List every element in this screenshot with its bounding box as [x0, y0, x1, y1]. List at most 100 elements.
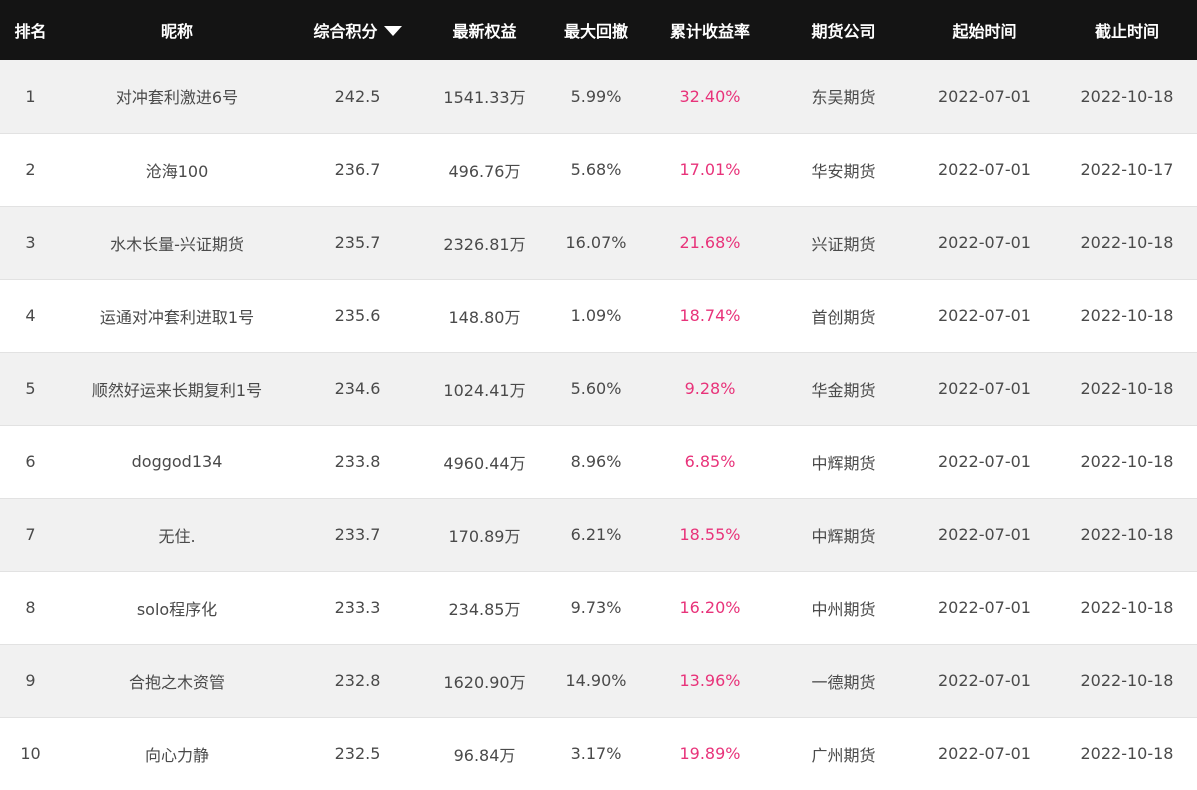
cell-end-date: 2022-10-18: [1057, 425, 1197, 499]
header-row: 排名 昵称 综合积分 最新权益 最大回撤 累计收益率 期货公司 起始时间 截止时…: [0, 0, 1197, 60]
cell-cum-return: 21.68%: [645, 206, 775, 280]
cell-drawdown: 16.07%: [547, 206, 645, 280]
cell-end-date: 2022-10-18: [1057, 498, 1197, 572]
cell-equity: 170.89万: [422, 498, 547, 572]
cell-cum-return: 19.89%: [679, 744, 741, 764]
cell-rank: 3: [0, 206, 61, 280]
header-cum-return: 累计收益率: [669, 22, 750, 41]
cell-score: 234.6: [293, 352, 422, 426]
cell-start-date: 2022-07-01: [912, 352, 1057, 426]
ranking-table: 排名 昵称 综合积分 最新权益 最大回撤 累计收益率 期货公司 起始时间 截止时…: [0, 0, 1197, 790]
cell-company: 首创期货: [775, 279, 912, 353]
cell-score: 232.5: [334, 744, 381, 764]
cell-score: 233.7: [293, 498, 422, 572]
cell-end-date: 2022-10-17: [1057, 133, 1197, 207]
cell-drawdown: 5.68%: [547, 133, 645, 207]
cell-rank: 2: [0, 133, 61, 207]
header-start-date: 起始时间: [952, 22, 1017, 41]
cell-end-date: 2022-10-18: [1057, 279, 1197, 353]
cell-company: 一德期货: [775, 644, 912, 718]
cell-score: 233.3: [293, 571, 422, 645]
table-row[interactable]: 3 水木长量-兴证期货 235.7 2326.81万 16.07% 21.68% 兴证期货 2…: [0, 206, 1197, 280]
cell-nickname: 运通对冲套利进取1号: [61, 279, 293, 353]
cell-cum-return: 13.96%: [645, 644, 775, 718]
cell-rank: 7: [0, 498, 61, 572]
cell-company: 中辉期货: [775, 425, 912, 499]
cell-rank: 6: [0, 425, 61, 499]
cell-start-date: 2022-07-01: [912, 279, 1057, 353]
cell-drawdown: 3.17%: [570, 744, 622, 764]
cell-start-date: 2022-07-01: [912, 206, 1057, 280]
cell-equity: 234.85万: [422, 571, 547, 645]
cell-drawdown: 5.60%: [547, 352, 645, 426]
cell-cum-return: 16.20%: [645, 571, 775, 645]
header-score-label[interactable]: 综合积分: [313, 22, 377, 41]
cell-drawdown: 9.73%: [547, 571, 645, 645]
table-row[interactable]: 10 向心力静 232.5 96.84万 3.17% 19.89% 广州期货 2022-07-…: [0, 717, 1197, 790]
table-row[interactable]: 6 doggod134 233.8 4960.44万 8.96% 6.85% 中辉期货 202…: [0, 425, 1197, 499]
cell-equity: 148.80万: [422, 279, 547, 353]
header-nickname: 昵称: [160, 22, 193, 41]
table-header: 排名 昵称 综合积分 最新权益 最大回撤 累计收益率 期货公司 起始时间 截止时…: [0, 0, 1197, 60]
table-row[interactable]: 2 沧海100 236.7 496.76万 5.68% 17.01% 华安期货 2022-07…: [0, 133, 1197, 207]
cell-company: 中州期货: [775, 571, 912, 645]
cell-drawdown: 14.90%: [547, 644, 645, 718]
cell-cum-return: 6.85%: [645, 425, 775, 499]
cell-drawdown: 5.99%: [547, 60, 645, 134]
table-row[interactable]: 5 顺然好运来长期复利1号 234.6 1024.41万 5.60% 9.28% 华金期货 2…: [0, 352, 1197, 426]
table-row[interactable]: 4 运通对冲套利进取1号 235.6 148.80万 1.09% 18.74% 首创期货 20…: [0, 279, 1197, 353]
cell-score: 233.8: [293, 425, 422, 499]
cell-end-date: 2022-10-18: [1057, 206, 1197, 280]
cell-cum-return: 18.74%: [645, 279, 775, 353]
cell-company: 中辉期货: [775, 498, 912, 572]
cell-nickname: 无住.: [61, 498, 293, 572]
cell-end-date: 2022-10-18: [1057, 352, 1197, 426]
cell-end-date: 2022-10-18: [1057, 571, 1197, 645]
cell-rank: 9: [0, 644, 61, 718]
cell-cum-return: 32.40%: [645, 60, 775, 134]
cell-start-date: 2022-07-01: [912, 644, 1057, 718]
cell-company: 华安期货: [775, 133, 912, 207]
cell-nickname: 沧海100: [61, 133, 293, 207]
cell-nickname: 对冲套利激进6号: [61, 60, 293, 134]
cell-rank: 5: [0, 352, 61, 426]
cell-rank: 1: [0, 60, 61, 134]
cell-equity: 1541.33万: [422, 60, 547, 134]
cell-cum-return: 18.55%: [645, 498, 775, 572]
table-row[interactable]: 7 无住. 233.7 170.89万 6.21% 18.55% 中辉期货 2022-07-0…: [0, 498, 1197, 572]
cell-rank: 10: [20, 744, 41, 764]
cell-start-date: 2022-07-01: [912, 60, 1057, 134]
cell-nickname: solo程序化: [61, 571, 293, 645]
cell-rank: 4: [0, 279, 61, 353]
caret-down-icon[interactable]: [383, 26, 402, 36]
header-drawdown: 最大回撤: [563, 22, 628, 41]
cell-score: 236.7: [293, 133, 422, 207]
cell-nickname: 水木长量-兴证期货: [61, 206, 293, 280]
cell-start-date: 2022-07-01: [912, 133, 1057, 207]
cell-company: 华金期货: [775, 352, 912, 426]
cell-start-date: 2022-07-01: [938, 744, 1031, 764]
cell-equity: 4960.44万: [422, 425, 547, 499]
cell-start-date: 2022-07-01: [912, 425, 1057, 499]
cell-drawdown: 6.21%: [547, 498, 645, 572]
cell-drawdown: 8.96%: [547, 425, 645, 499]
cell-start-date: 2022-07-01: [912, 498, 1057, 572]
header-score-sortable[interactable]: 综合积分: [293, 0, 422, 60]
cell-cum-return: 9.28%: [645, 352, 775, 426]
cell-nickname: 顺然好运来长期复利1号: [61, 352, 293, 426]
cell-company: 兴证期货: [775, 206, 912, 280]
table-row[interactable]: 1 对冲套利激进6号 242.5 1541.33万 5.99% 32.40% 东吴期货 202…: [0, 60, 1197, 134]
cell-end-date: 2022-10-18: [1057, 60, 1197, 134]
cell-company: 东吴期货: [775, 60, 912, 134]
cell-start-date: 2022-07-01: [912, 571, 1057, 645]
table-row[interactable]: 9 合抱之木资管 232.8 1620.90万 14.90% 13.96% 一德期货 2022…: [0, 644, 1197, 718]
header-equity: 最新权益: [452, 22, 517, 41]
cell-end-date: 2022-10-18: [1080, 744, 1174, 764]
cell-company: 广州期货: [811, 745, 876, 765]
cell-equity: 496.76万: [422, 133, 547, 207]
table-body: 1 对冲套利激进6号 242.5 1541.33万 5.99% 32.40% 东吴期货 202…: [0, 60, 1197, 790]
cell-score: 232.8: [293, 644, 422, 718]
table-row[interactable]: 8 solo程序化 233.3 234.85万 9.73% 16.20% 中州期货 2022-…: [0, 571, 1197, 645]
cell-score: 235.7: [293, 206, 422, 280]
cell-score: 242.5: [293, 60, 422, 134]
